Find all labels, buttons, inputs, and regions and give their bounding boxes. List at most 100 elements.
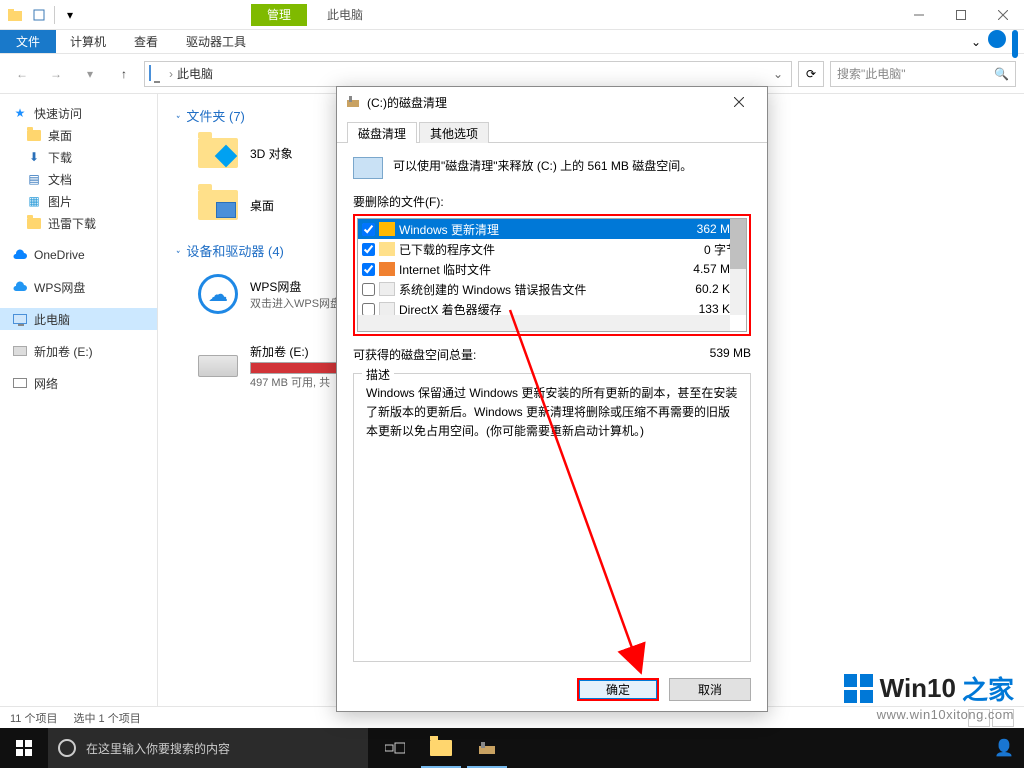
sidebar-item-thunder[interactable]: 迅雷下载 [0, 212, 157, 234]
cloud-icon [12, 247, 28, 263]
cancel-button[interactable]: 取消 [669, 678, 751, 701]
sidebar-network[interactable]: 网络 [0, 372, 157, 394]
windows-logo-icon [844, 674, 874, 704]
ok-button[interactable]: 确定 [577, 678, 659, 701]
search-placeholder: 搜索"此电脑" [837, 65, 906, 82]
maximize-button[interactable] [940, 0, 982, 30]
tab-file[interactable]: 文件 [0, 30, 56, 53]
gain-label: 可获得的磁盘空间总量: [353, 346, 476, 363]
vertical-scrollbar[interactable] [730, 219, 746, 315]
pictures-icon: ▦ [26, 193, 42, 209]
tray-people-icon[interactable]: 👤 [994, 738, 1014, 758]
chevron-down-icon: ⌄ [175, 245, 181, 256]
file-type-icon [379, 262, 395, 276]
ribbon-tabs: 文件 计算机 查看 驱动器工具 ⌄ [0, 30, 1024, 54]
help-button[interactable] [988, 30, 1006, 48]
file-name: 系统创建的 Windows 错误报告文件 [399, 281, 664, 298]
refresh-button[interactable]: ⟳ [798, 61, 824, 87]
start-button[interactable] [0, 728, 48, 768]
folder-icon [196, 183, 240, 227]
horizontal-scrollbar[interactable] [358, 315, 730, 331]
file-type-icon [379, 302, 395, 316]
file-list-row[interactable]: 系统创建的 Windows 错误报告文件60.2 KB [358, 279, 746, 299]
file-name: Internet 临时文件 [399, 261, 664, 278]
file-checkbox[interactable] [362, 303, 375, 316]
pin-icon: ★ [12, 105, 28, 121]
sidebar-wps[interactable]: WPS网盘 [0, 276, 157, 298]
tab-view[interactable]: 查看 [120, 30, 172, 53]
file-checkbox[interactable] [362, 243, 375, 256]
file-list-highlight: Windows 更新清理362 MB已下载的程序文件0 字节Internet 临… [353, 214, 751, 336]
file-name: 已下载的程序文件 [399, 241, 664, 258]
search-icon: 🔍 [994, 67, 1009, 81]
taskbar: 在这里输入你要搜索的内容 👤 [0, 728, 1024, 768]
file-checkbox[interactable] [362, 283, 375, 296]
disk-cleanup-icon [345, 94, 361, 110]
document-icon: ▤ [26, 171, 42, 187]
nav-recent-dropdown[interactable]: ▾ [76, 60, 104, 88]
close-button[interactable] [982, 0, 1024, 30]
watermark: Win10之家 www.win10xitong.com [844, 670, 1014, 722]
description-groupbox: 描述 Windows 保留通过 Windows 更新安装的所有更新的副本，甚至在… [353, 373, 751, 662]
sidebar-item-documents[interactable]: ▤文档 [0, 168, 157, 190]
taskbar-search-input[interactable]: 在这里输入你要搜索的内容 [48, 728, 368, 768]
cortana-icon [58, 739, 76, 757]
file-list-row[interactable]: Internet 临时文件4.57 MB [358, 259, 746, 279]
dialog-button-row: 确定 取消 [353, 674, 751, 701]
tab-other-options[interactable]: 其他选项 [419, 122, 489, 143]
window-titlebar: ▾ 管理 此电脑 [0, 0, 1024, 30]
sidebar-item-desktop[interactable]: 桌面 [0, 124, 157, 146]
disk-cleanup-dialog: (C:)的磁盘清理 磁盘清理 其他选项 可以使用"磁盘清理"来释放 (C:) 上… [336, 86, 768, 712]
file-type-icon [379, 282, 395, 296]
file-name: Windows 更新清理 [399, 221, 664, 238]
file-type-icon [379, 242, 395, 256]
quick-access-toolbar: ▾ [0, 4, 81, 26]
folder-icon [430, 740, 452, 756]
folder-icon [26, 127, 42, 143]
ribbon-expand-icon[interactable]: ⌄ [964, 30, 988, 53]
task-view-button[interactable] [372, 728, 418, 768]
file-checkbox[interactable] [362, 263, 375, 276]
taskbar-disk-cleanup[interactable] [464, 728, 510, 768]
breadcrumb-this-pc[interactable]: 此电脑 [177, 65, 213, 82]
dialog-titlebar: (C:)的磁盘清理 [337, 87, 767, 117]
pc-icon [12, 311, 28, 327]
sidebar-item-downloads[interactable]: ⬇下载 [0, 146, 157, 168]
tab-drive-tools[interactable]: 驱动器工具 [172, 30, 260, 53]
search-input[interactable]: 搜索"此电脑" 🔍 [830, 61, 1016, 87]
sidebar-onedrive[interactable]: OneDrive [0, 244, 157, 266]
taskbar-file-explorer[interactable] [418, 728, 464, 768]
properties-icon[interactable] [28, 4, 50, 26]
sidebar-new-volume[interactable]: 新加卷 (E:) [0, 340, 157, 362]
tab-disk-cleanup[interactable]: 磁盘清理 [347, 122, 417, 143]
folder-icon [26, 215, 42, 231]
nav-back-button[interactable]: ← [8, 60, 36, 88]
sidebar-item-pictures[interactable]: ▦图片 [0, 190, 157, 212]
file-list[interactable]: Windows 更新清理362 MB已下载的程序文件0 字节Internet 临… [357, 218, 747, 332]
sidebar-quick-access[interactable]: ★快速访问 [0, 102, 157, 124]
download-icon: ⬇ [26, 149, 42, 165]
tab-computer[interactable]: 计算机 [56, 30, 120, 53]
total-gain-row: 可获得的磁盘空间总量: 539 MB [353, 346, 751, 363]
wps-cloud-icon [196, 272, 240, 316]
nav-forward-button[interactable]: → [42, 60, 70, 88]
dialog-close-button[interactable] [719, 89, 759, 115]
address-dropdown-icon[interactable]: ⌄ [769, 67, 787, 81]
qat-separator [54, 6, 55, 24]
cloud-icon [12, 279, 28, 295]
minimize-button[interactable] [898, 0, 940, 30]
nav-up-button[interactable]: ↑ [110, 60, 138, 88]
address-bar[interactable]: › 此电脑 ⌄ [144, 61, 792, 87]
dialog-tabs: 磁盘清理 其他选项 [337, 121, 767, 143]
file-list-row[interactable]: Windows 更新清理362 MB [358, 219, 746, 239]
files-to-delete-label: 要删除的文件(F): [353, 193, 751, 210]
qat-dropdown-icon[interactable]: ▾ [59, 4, 81, 26]
status-item-count: 11 个项目 [10, 710, 57, 726]
sidebar-this-pc[interactable]: 此电脑 [0, 308, 157, 330]
file-checkbox[interactable] [362, 223, 375, 236]
contextual-tab-manage[interactable]: 管理 [251, 4, 307, 26]
file-list-row[interactable]: 已下载的程序文件0 字节 [358, 239, 746, 259]
drive-icon [12, 343, 28, 359]
taskbar-search-placeholder: 在这里输入你要搜索的内容 [86, 740, 230, 757]
dialog-body: 可以使用"磁盘清理"来释放 (C:) 上的 561 MB 磁盘空间。 要删除的文… [337, 143, 767, 711]
